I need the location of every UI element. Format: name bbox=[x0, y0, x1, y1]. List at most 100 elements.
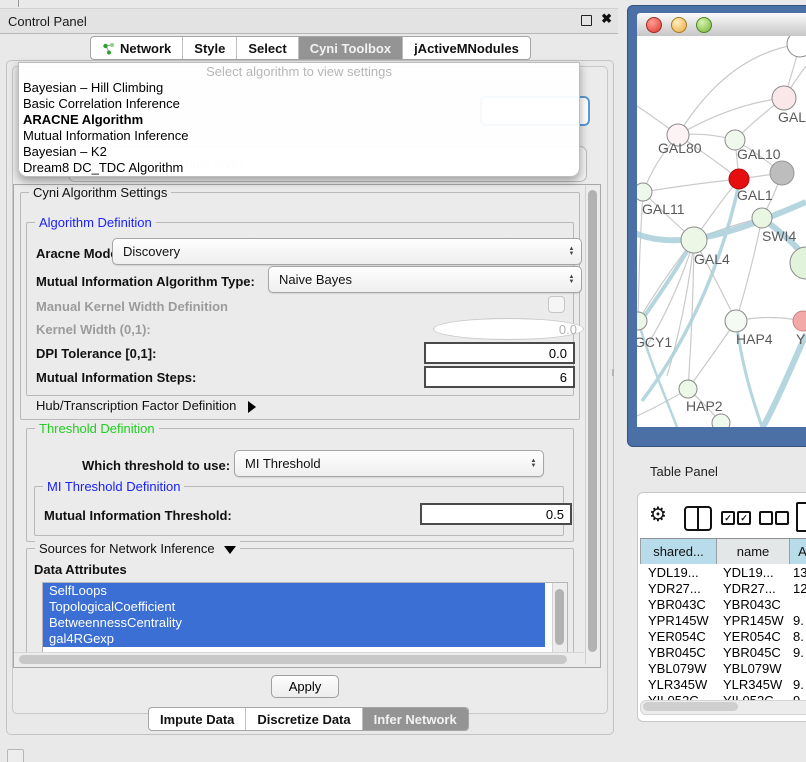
aracne-mode-combo[interactable]: Discovery ▲▼ bbox=[112, 238, 582, 265]
table-cell[interactable]: YLR345W bbox=[648, 677, 714, 693]
panel-splitter-handle[interactable] bbox=[612, 369, 614, 376]
node-unlabeled-right[interactable] bbox=[790, 247, 806, 279]
table-cell[interactable]: YDL19... bbox=[723, 565, 787, 581]
select-all-checkbox-icon[interactable]: ✓ bbox=[721, 511, 735, 525]
table-horizontal-scrollbar[interactable] bbox=[640, 700, 806, 715]
cytopanel-dock-icon[interactable] bbox=[7, 749, 24, 762]
algorithm-option-aracne[interactable]: ARACNE Algorithm bbox=[19, 112, 579, 128]
network-canvas[interactable]: GAL GAL80 GAL10 GAL1 GAL11 SWI4 GAL4 HAP… bbox=[637, 36, 806, 427]
table-cell[interactable]: YLR345W bbox=[723, 677, 787, 693]
algorithm-option-basic-correlation[interactable]: Basic Correlation Inference bbox=[19, 96, 579, 112]
list-item-topologicalcoefficient[interactable]: TopologicalCoefficient bbox=[43, 599, 545, 615]
collapse-down-icon bbox=[224, 546, 236, 554]
gear-icon[interactable]: ⚙ bbox=[649, 502, 667, 527]
tab-discretize-data[interactable]: Discretize Data bbox=[245, 708, 361, 730]
deselect-all-checkbox-icon[interactable] bbox=[775, 511, 789, 525]
list-vertical-scrollbar[interactable] bbox=[552, 583, 567, 653]
algorithm-option-mutual-information[interactable]: Mutual Information Inference bbox=[19, 128, 579, 144]
table-cell[interactable]: 9. bbox=[793, 677, 806, 693]
settings-vscroll-thumb[interactable] bbox=[588, 190, 597, 652]
table-cell[interactable]: YDR27... bbox=[723, 581, 787, 597]
label-gcy1: GCY1 bbox=[637, 334, 672, 350]
select-all-checkbox-icon[interactable]: ✓ bbox=[737, 511, 751, 525]
which-threshold-combo[interactable]: MI Threshold ▲▼ bbox=[234, 450, 544, 477]
table-cell[interactable]: YBR045C bbox=[648, 645, 714, 661]
table-cell[interactable]: 9. bbox=[793, 645, 806, 661]
table-cell[interactable]: YER054C bbox=[648, 629, 714, 645]
node-gal1[interactable] bbox=[729, 169, 749, 189]
algorithm-option-dream8[interactable]: Dream8 DC_TDC Algorithm bbox=[19, 160, 579, 176]
list-scroll-thumb[interactable] bbox=[555, 589, 564, 645]
tab-jactivemnodules[interactable]: jActiveMNodules bbox=[402, 37, 530, 59]
deselect-all-checkbox-icon[interactable] bbox=[759, 511, 773, 525]
node-gray[interactable] bbox=[770, 161, 794, 185]
minimize-traffic-light-icon[interactable] bbox=[671, 17, 687, 33]
document-icon[interactable] bbox=[796, 502, 806, 532]
settings-hscroll-thumb[interactable] bbox=[19, 655, 567, 664]
sources-title[interactable]: Sources for Network Inference bbox=[35, 541, 240, 556]
table-cell[interactable]: 12 bbox=[793, 581, 806, 597]
column-header-name[interactable]: name bbox=[717, 539, 790, 564]
node-gal11[interactable] bbox=[637, 183, 652, 201]
node-gal4[interactable] bbox=[681, 227, 707, 253]
threshold-definition-title: Threshold Definition bbox=[35, 421, 159, 436]
apply-button[interactable]: Apply bbox=[271, 675, 339, 698]
algorithm-option-hill-climbing[interactable]: Bayesian – Hill Climbing bbox=[19, 80, 579, 96]
node-unlabeled-bottom[interactable] bbox=[712, 414, 730, 427]
dpi-tolerance-input[interactable]: 0.0 bbox=[424, 342, 575, 364]
list-item-betweennesscentrality[interactable]: BetweennessCentrality bbox=[43, 615, 545, 631]
list-item-gal4rgexp[interactable]: gal4RGexp bbox=[43, 631, 545, 647]
table-cell[interactable]: YPR145W bbox=[723, 613, 787, 629]
table-cell[interactable]: YBL079W bbox=[648, 661, 714, 677]
node-y-partial[interactable] bbox=[793, 311, 806, 331]
column-header-partial[interactable]: A bbox=[790, 539, 806, 564]
list-item-selfloops[interactable]: SelfLoops bbox=[43, 583, 545, 599]
algorithm-definition-title: Algorithm Definition bbox=[35, 215, 156, 230]
settings-horizontal-scrollbar[interactable] bbox=[14, 652, 584, 666]
algorithm-dropdown-popup: Select algorithm to view settings Bayesi… bbox=[18, 62, 580, 177]
kernel-width-label: Kernel Width (0,1): bbox=[36, 322, 151, 337]
mi-threshold-input[interactable]: 0.5 bbox=[420, 503, 572, 525]
node-hap4[interactable] bbox=[725, 310, 747, 332]
table-cell[interactable]: YDL19... bbox=[648, 565, 714, 581]
node-gal-partial[interactable] bbox=[772, 86, 796, 110]
table-cell[interactable]: 9. bbox=[793, 613, 806, 629]
table-cell[interactable]: 13 bbox=[793, 565, 806, 581]
tab-select[interactable]: Select bbox=[236, 37, 297, 59]
tab-infer-network[interactable]: Infer Network bbox=[362, 708, 468, 730]
label-y-partial: Y bbox=[796, 331, 806, 347]
table-hscroll-thumb[interactable] bbox=[643, 702, 738, 711]
table-cell[interactable]: YDR27... bbox=[648, 581, 714, 597]
close-icon[interactable]: ✖ bbox=[601, 11, 612, 27]
tab-network[interactable]: Network bbox=[91, 37, 182, 59]
tab-impute-data[interactable]: Impute Data bbox=[149, 708, 245, 730]
table-cell[interactable]: YPR145W bbox=[648, 613, 714, 629]
table-cell[interactable]: YER054C bbox=[723, 629, 787, 645]
column-header-shared-name[interactable]: shared... bbox=[640, 539, 717, 564]
close-traffic-light-icon[interactable] bbox=[646, 17, 662, 33]
manual-kernel-checkbox[interactable] bbox=[548, 296, 565, 313]
table-cell[interactable]: 8. bbox=[793, 629, 806, 645]
table-cell[interactable]: YBR043C bbox=[648, 597, 714, 613]
tab-style[interactable]: Style bbox=[182, 37, 236, 59]
float-window-icon[interactable] bbox=[581, 15, 592, 26]
label-gal1: GAL1 bbox=[737, 187, 773, 203]
table-cell[interactable]: YBR045C bbox=[723, 645, 787, 661]
column-layout-icon[interactable] bbox=[684, 506, 712, 531]
node-unlabeled-top[interactable] bbox=[787, 36, 806, 57]
tab-cyni-toolbox[interactable]: Cyni Toolbox bbox=[298, 37, 402, 59]
kernel-width-input[interactable]: 0.0 bbox=[433, 318, 584, 340]
settings-vertical-scrollbar[interactable] bbox=[585, 186, 599, 664]
node-swi4[interactable] bbox=[752, 208, 772, 228]
control-panel-tabs: Network Style Select Cyni Toolbox jActiv… bbox=[90, 36, 531, 60]
zoom-traffic-light-icon[interactable] bbox=[696, 17, 712, 33]
table-cell[interactable]: YBL079W bbox=[723, 661, 787, 677]
node-hap2[interactable] bbox=[679, 380, 697, 398]
mi-type-combo[interactable]: Naive Bayes ▲▼ bbox=[268, 266, 582, 293]
stepper-icon: ▲▼ bbox=[563, 240, 580, 263]
hub-definition-disclosure[interactable]: Hub/Transcription Factor Definition bbox=[36, 398, 256, 413]
algorithm-option-bayesian-k2[interactable]: Bayesian – K2 bbox=[19, 144, 579, 160]
table-cell[interactable]: YBR043C bbox=[723, 597, 787, 613]
mi-steps-input[interactable]: 6 bbox=[424, 366, 575, 388]
mi-type-value: Naive Bayes bbox=[279, 272, 352, 287]
